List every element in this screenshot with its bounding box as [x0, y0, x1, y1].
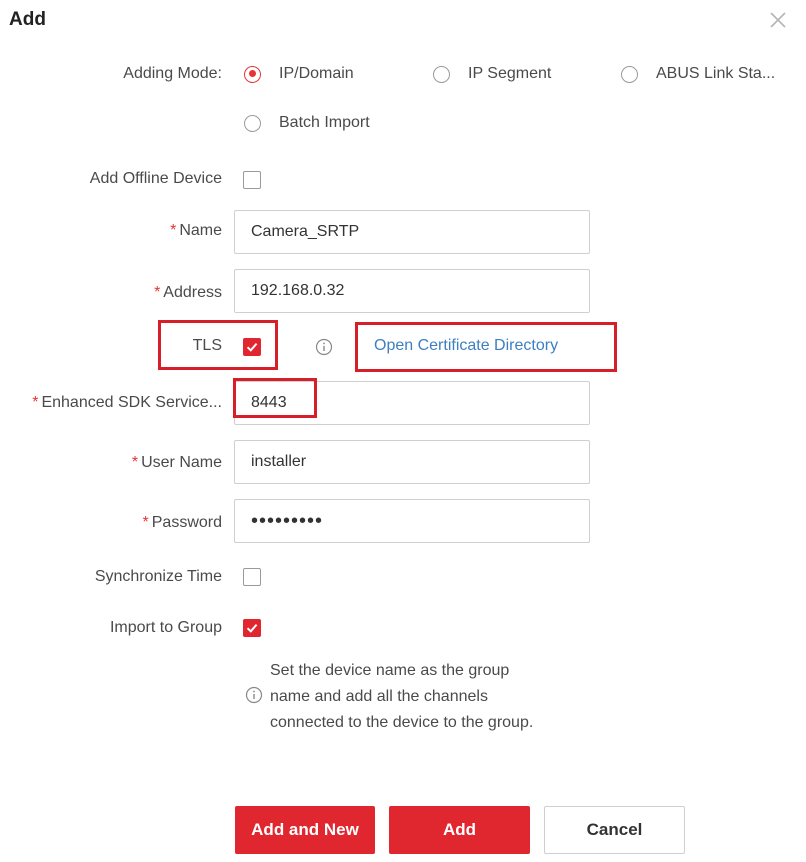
address-label: Address — [163, 284, 222, 301]
radio-ip-domain-label: IP/Domain — [279, 65, 354, 82]
add-and-new-button[interactable]: Add and New — [235, 806, 375, 854]
user-name-label-row: * User Name — [132, 454, 222, 472]
required-marker: * — [32, 394, 39, 411]
import-group-checkbox[interactable] — [243, 619, 261, 637]
user-name-input[interactable]: installer — [234, 440, 590, 484]
address-label-row: * Address — [154, 284, 222, 302]
required-marker: * — [131, 454, 139, 471]
name-label: Name — [179, 222, 222, 239]
name-input[interactable]: Camera_SRTP — [234, 210, 590, 254]
radio-unselected-icon — [621, 65, 638, 83]
import-group-label: Import to Group — [109, 619, 222, 636]
cancel-button[interactable]: Cancel — [544, 806, 685, 854]
sync-time-label: Synchronize Time — [94, 568, 222, 585]
required-marker: * — [154, 284, 161, 301]
radio-ip-segment-label: IP Segment — [468, 65, 552, 82]
sync-time-checkbox[interactable] — [243, 568, 261, 586]
close-icon[interactable] — [766, 8, 790, 32]
info-icon — [245, 686, 263, 704]
import-group-hint: Set the device name as the group name an… — [270, 658, 533, 736]
radio-ip-segment[interactable]: IP Segment — [433, 65, 551, 83]
password-label-row: * Password — [143, 514, 222, 532]
password-input[interactable]: ••••••••• — [234, 499, 590, 543]
sdk-port-label-row: * Enhanced SDK Service... — [32, 394, 222, 412]
required-marker: * — [142, 514, 149, 531]
add-offline-device-checkbox[interactable] — [243, 171, 261, 189]
radio-unselected-icon — [433, 65, 450, 83]
address-input[interactable]: 192.168.0.32 — [234, 269, 590, 313]
required-marker: * — [170, 222, 177, 239]
hint-line: Set the device name as the group — [270, 662, 510, 679]
radio-selected-icon — [244, 65, 261, 83]
radio-ip-domain[interactable]: IP/Domain — [244, 65, 354, 83]
radio-unselected-icon — [244, 114, 261, 132]
radio-batch-import[interactable]: Batch Import — [244, 114, 370, 132]
radio-batch-import-label: Batch Import — [279, 114, 370, 131]
hint-line: name and add all the channels — [270, 688, 488, 705]
radio-abus-link-station[interactable]: ABUS Link Sta... — [621, 65, 775, 83]
tls-checkbox[interactable] — [243, 338, 261, 356]
tls-label: TLS — [192, 337, 222, 354]
add-button[interactable]: Add — [389, 806, 530, 854]
open-certificate-directory-link[interactable]: Open Certificate Directory — [374, 337, 558, 355]
adding-mode-label: Adding Mode: — [123, 65, 222, 82]
sdk-port-label: Enhanced SDK Service... — [41, 394, 222, 411]
hint-line: connected to the device to the group. — [270, 714, 534, 731]
user-name-label: User Name — [141, 454, 222, 471]
name-label-row: * Name — [170, 222, 222, 240]
dialog-title: Add — [9, 9, 46, 30]
password-label: Password — [151, 514, 222, 531]
radio-abus-link-label: ABUS Link Sta... — [656, 65, 776, 82]
sdk-port-input[interactable]: 8443 — [234, 381, 590, 425]
add-offline-device-label: Add Offline Device — [89, 170, 222, 187]
info-icon — [315, 338, 333, 356]
add-device-dialog: Add Adding Mode: IP/Domain IP Segment AB… — [0, 0, 806, 862]
